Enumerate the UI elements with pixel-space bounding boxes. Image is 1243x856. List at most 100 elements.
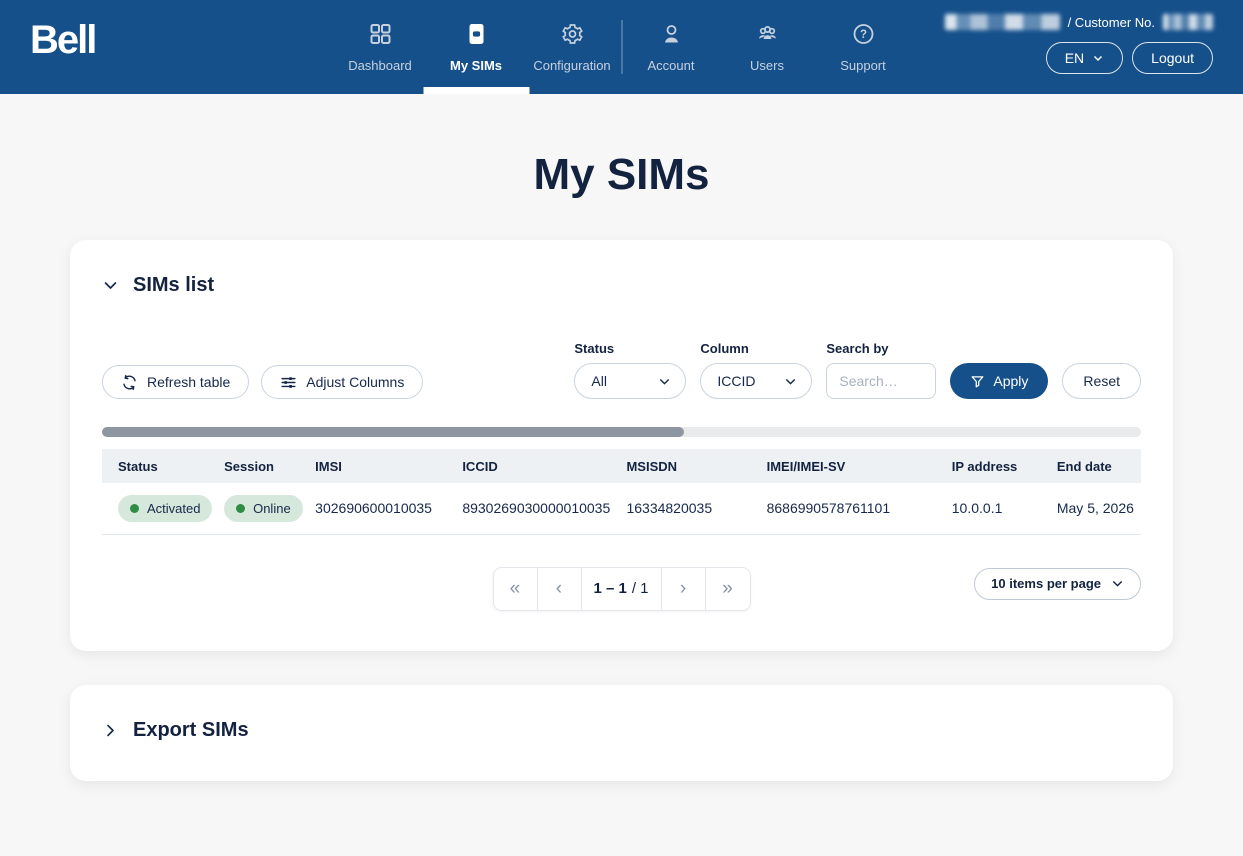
section-title: SIMs list [133,274,214,297]
msisdn-cell: 16334820035 [610,483,750,534]
sims-list-section-toggle[interactable]: SIMs list [102,274,1141,297]
table-row[interactable]: Activated Online 302690600010035 8930269… [102,483,1141,534]
pager: « ‹ 1 – 1 / 1 › » [492,567,750,611]
users-icon [755,22,779,51]
filter-funnel-icon [970,374,985,389]
nav-item-account[interactable]: Account [623,0,719,94]
refresh-icon [121,374,138,391]
language-button[interactable]: EN [1046,42,1123,74]
chevron-down-icon [102,277,119,294]
main-navigation: Dashboard My SIMs Configuration [332,0,911,94]
page-indicator: 1 – 1 / 1 [581,568,661,610]
nav-item-dashboard[interactable]: Dashboard [332,0,428,94]
search-input[interactable] [826,363,936,399]
status-filter-select[interactable]: All [574,363,686,399]
sims-list-card: SIMs list Refresh table Ad [70,240,1173,651]
reset-label: Reset [1083,373,1120,389]
reset-button[interactable]: Reset [1062,363,1141,399]
status-filter-label: Status [574,341,686,356]
end-date-cell: May 5, 2026 [1041,483,1141,534]
chevron-down-icon [658,375,671,388]
nav-label: My SIMs [450,58,502,73]
items-per-page-select[interactable]: 10 items per page [974,568,1141,600]
refresh-table-label: Refresh table [147,374,230,390]
section-title: Export SIMs [133,719,249,742]
bell-logo[interactable]: Bell [30,18,95,63]
active-tab-indicator [423,87,529,94]
status-value: Activated [147,501,200,516]
adjust-columns-button[interactable]: Adjust Columns [261,365,423,399]
apply-button[interactable]: Apply [950,363,1048,399]
customer-no-label: / Customer No. [1068,15,1155,30]
sim-icon [464,22,488,51]
svg-text:?: ? [859,29,866,41]
sims-table: Status Session IMSI ICCID MSISDN IMEI/IM… [102,449,1141,535]
adjust-columns-label: Adjust Columns [306,374,404,390]
account-icon [659,22,683,51]
search-by-label: Search by [826,341,936,356]
nav-item-users[interactable]: Users [719,0,815,94]
main-content: My SIMs SIMs list Refresh table [0,150,1243,781]
column-filter-value: ICCID [717,373,755,389]
nav-label: Users [750,58,784,73]
redacted-customer-number [1163,14,1213,30]
nav-label: Configuration [533,58,610,73]
items-per-page-label: 10 items per page [991,576,1101,591]
status-filter-value: All [591,373,607,389]
sliders-icon [280,374,297,391]
session-badge: Online [224,495,303,522]
nav-divider [621,20,622,74]
page-total: / 1 [632,580,649,597]
refresh-table-button[interactable]: Refresh table [102,365,249,399]
last-page-button[interactable]: » [706,568,750,610]
page-range: 1 – 1 [593,580,626,597]
column-header-status: Status [102,449,208,483]
gear-icon [560,22,584,51]
logout-button[interactable]: Logout [1132,42,1213,74]
session-dot-icon [236,504,245,513]
grid-icon [368,22,392,51]
navbar-right: / Customer No. EN Logout [945,14,1213,74]
table-header-row: Status Session IMSI ICCID MSISDN IMEI/IM… [102,449,1141,483]
session-value: Online [253,501,291,516]
imsi-cell: 302690600010035 [299,483,446,534]
status-badge: Activated [118,495,212,522]
column-filter-label: Column [700,341,812,356]
redacted-username [945,14,1060,30]
apply-label: Apply [993,373,1028,389]
iccid-cell: 8930269030000010035 [446,483,610,534]
ip-address-cell: 10.0.0.1 [936,483,1041,534]
next-page-button[interactable]: › [662,568,706,610]
nav-item-support[interactable]: ? Support [815,0,911,94]
page-title: My SIMs [0,150,1243,200]
imei-cell: 8686990578761101 [751,483,936,534]
column-header-session: Session [208,449,299,483]
horizontal-scrollbar-track[interactable] [102,427,1141,437]
horizontal-scrollbar-thumb[interactable] [102,427,684,437]
nav-label: Support [840,58,886,73]
chevron-down-icon [1092,52,1104,64]
language-label: EN [1065,50,1084,66]
user-info-line: / Customer No. [945,14,1213,30]
column-header-msisdn: MSISDN [610,449,750,483]
nav-label: Account [648,58,695,73]
column-filter-select[interactable]: ICCID [700,363,812,399]
column-header-iccid: ICCID [446,449,610,483]
nav-item-configuration[interactable]: Configuration [524,0,620,94]
nav-label: Dashboard [348,58,412,73]
table-toolbar: Refresh table Adjust Columns Status All [102,341,1141,399]
nav-item-my-sims[interactable]: My SIMs [428,0,524,94]
pagination-row: « ‹ 1 – 1 / 1 › » 10 items per page [102,567,1141,611]
first-page-button[interactable]: « [493,568,537,610]
status-dot-icon [130,504,139,513]
column-header-end-date: End date [1041,449,1141,483]
column-header-imsi: IMSI [299,449,446,483]
chevron-down-icon [1111,577,1124,590]
previous-page-button[interactable]: ‹ [537,568,581,610]
column-header-imei: IMEI/IMEI-SV [751,449,936,483]
column-header-ip: IP address [936,449,1041,483]
export-sims-section-toggle[interactable]: Export SIMs [102,719,1141,742]
logout-label: Logout [1151,50,1194,66]
support-icon: ? [851,22,875,51]
export-sims-card: Export SIMs [70,685,1173,781]
